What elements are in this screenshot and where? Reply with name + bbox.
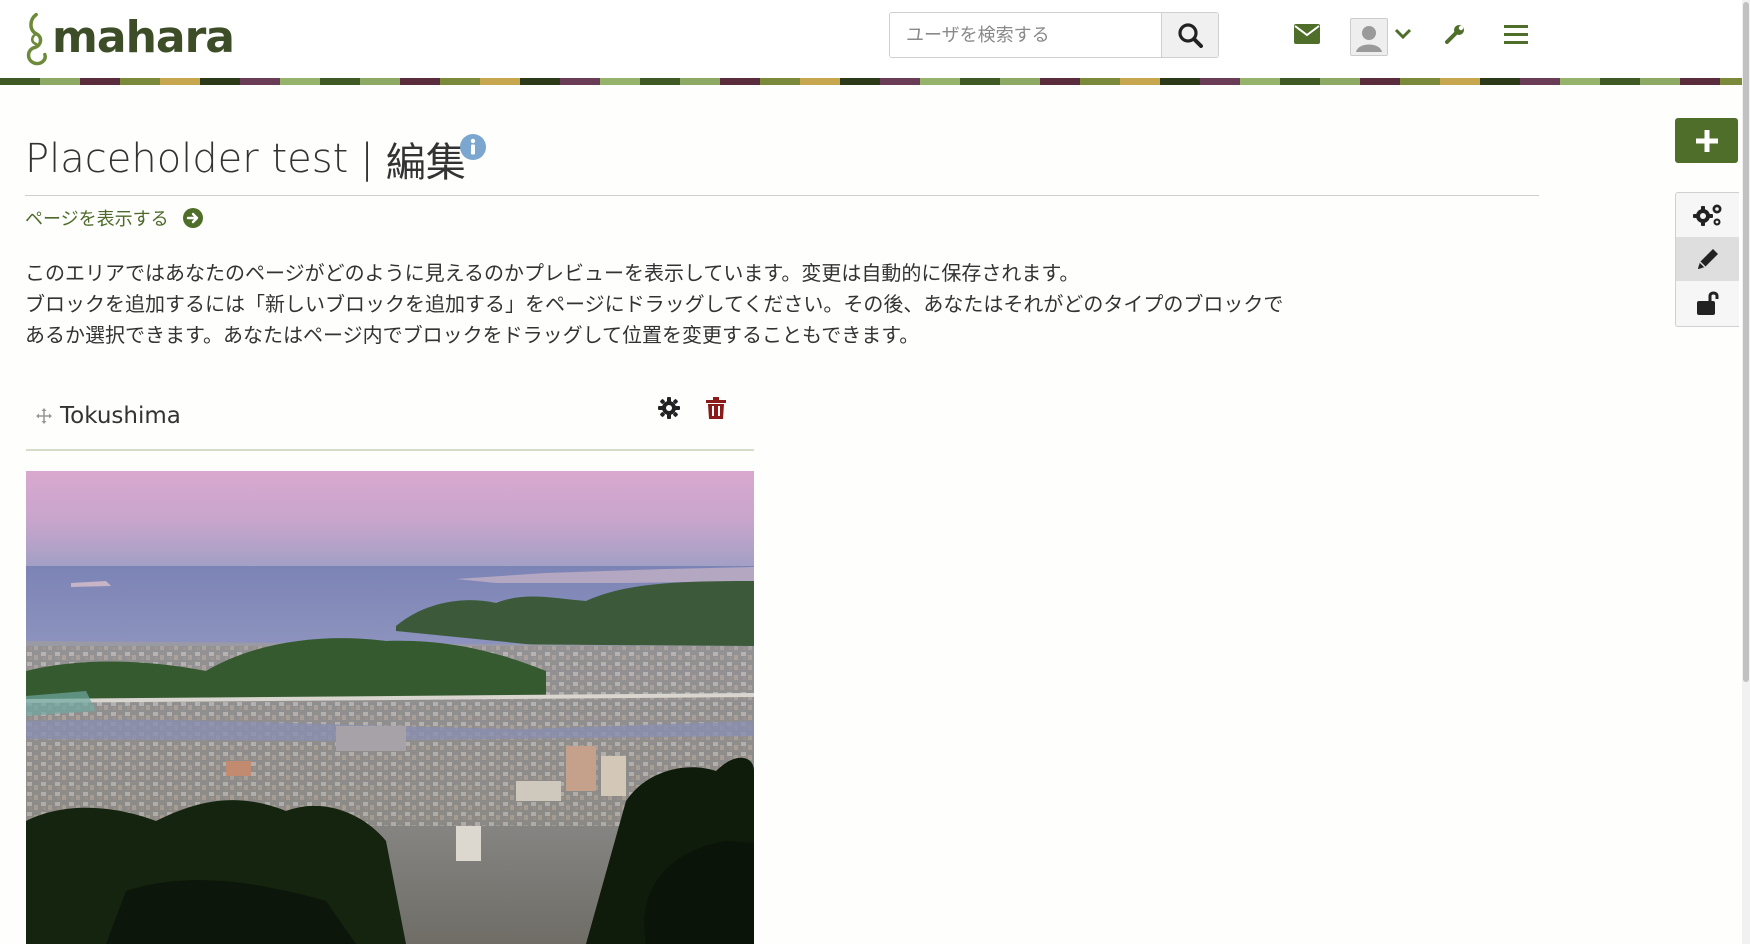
envelope-icon	[1294, 24, 1320, 44]
chevron-down-icon	[1394, 28, 1412, 40]
user-avatar[interactable]	[1350, 18, 1388, 56]
block-header-divider	[26, 449, 754, 451]
help-info-button[interactable]	[460, 134, 486, 164]
block-configure-button[interactable]	[658, 397, 680, 423]
block-delete-button[interactable]	[706, 397, 726, 423]
instruction-line: このエリアではあなたのページがどのように見えるのかプレビューを表示しています。変…	[25, 261, 1080, 285]
page-edit-toolbar	[1675, 192, 1739, 327]
instruction-line: ブロックを追加するには「新しいブロックを追加する」をページにドラッグしてください…	[25, 292, 1284, 316]
user-silhouette-icon	[1356, 26, 1382, 52]
view-page-link[interactable]: ページを表示する	[25, 205, 203, 231]
search-button[interactable]	[1161, 13, 1218, 57]
mahara-logo-icon	[26, 12, 47, 66]
tokushima-photo	[26, 471, 754, 944]
plus-icon	[1695, 129, 1718, 152]
move-handle-icon[interactable]	[36, 408, 52, 424]
title-separator: |	[360, 136, 374, 182]
user-menu-toggle[interactable]	[1393, 24, 1413, 44]
page-title: Placeholder test | 編集	[25, 130, 466, 188]
administration-button[interactable]	[1443, 22, 1467, 46]
unlock-icon	[1696, 291, 1718, 315]
add-new-block-button[interactable]	[1675, 118, 1738, 163]
wrench-icon	[1445, 25, 1464, 44]
hamburger-menu-icon	[1504, 25, 1528, 44]
block-title: Tokushima	[60, 403, 181, 429]
tokushima-panorama-image	[26, 471, 754, 944]
header-decorative-stripe	[0, 78, 1742, 85]
page-title-name: Placeholder test	[25, 136, 349, 182]
page-title-mode: 編集	[385, 140, 466, 186]
page-settings-button[interactable]	[1676, 193, 1739, 237]
gears-icon	[1692, 204, 1721, 226]
user-search	[889, 12, 1219, 58]
edit-instructions: このエリアではあなたのページがどのように見えるのかプレビューを表示しています。変…	[25, 258, 1445, 351]
gear-icon	[658, 397, 680, 419]
pencil-icon	[1697, 249, 1718, 269]
title-divider	[25, 195, 1539, 196]
mahara-logo[interactable]: mahara	[24, 6, 235, 70]
view-page-link-label: ページを表示する	[25, 209, 169, 230]
search-icon	[1178, 23, 1203, 48]
logo-text: mahara	[52, 12, 235, 63]
block-header[interactable]: Tokushima	[36, 403, 181, 429]
inbox-button[interactable]	[1293, 22, 1321, 46]
arrow-circle-right-icon	[182, 208, 203, 228]
site-header: mahara	[0, 0, 1742, 78]
info-icon	[460, 134, 486, 160]
edit-content-button[interactable]	[1676, 237, 1739, 281]
trash-icon	[706, 397, 726, 419]
scrollbar-thumb[interactable]	[1743, 2, 1749, 682]
main-menu-button[interactable]	[1503, 22, 1529, 46]
user-search-input[interactable]	[890, 13, 1161, 57]
instruction-line: あるか選択できます。あなたはページ内でブロックをドラッグして位置を変更することも…	[25, 323, 920, 347]
share-page-button[interactable]	[1676, 281, 1739, 325]
